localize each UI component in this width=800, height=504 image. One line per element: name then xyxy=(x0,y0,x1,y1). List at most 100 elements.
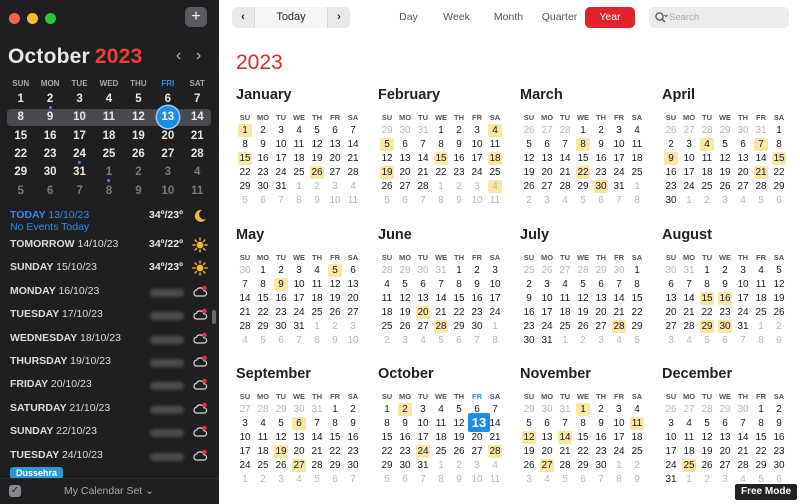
day-cell[interactable]: 16 xyxy=(592,432,610,443)
mini-day[interactable]: 23 xyxy=(35,148,64,160)
day-cell[interactable]: 3 xyxy=(734,265,752,276)
day-cell[interactable]: 31 xyxy=(414,125,432,136)
day-cell[interactable]: 27 xyxy=(556,265,574,276)
day-cell[interactable]: 26 xyxy=(520,460,538,471)
day-cell[interactable]: 19 xyxy=(770,293,788,304)
day-cell[interactable]: 8 xyxy=(450,279,468,290)
day-cell[interactable]: 22 xyxy=(432,167,450,178)
day-cell[interactable]: 1 xyxy=(680,474,698,485)
month-name[interactable]: September xyxy=(236,366,364,386)
day-cell[interactable]: 8 xyxy=(308,335,326,346)
mini-day[interactable]: 11 xyxy=(94,111,123,123)
day-cell[interactable]: 11 xyxy=(752,279,770,290)
day-cell[interactable]: 19 xyxy=(698,446,716,457)
day-cell[interactable]: 27 xyxy=(414,321,432,332)
day-cell[interactable]: 26 xyxy=(396,321,414,332)
day-cell[interactable]: 10 xyxy=(680,153,698,164)
day-cell[interactable]: 8 xyxy=(290,195,308,206)
day-cell[interactable]: 6 xyxy=(326,474,344,485)
day-cell[interactable]: 5 xyxy=(574,279,592,290)
day-cell[interactable]: 1 xyxy=(432,460,450,471)
day-cell[interactable]: 6 xyxy=(396,139,414,150)
day-cell[interactable]: 12 xyxy=(396,293,414,304)
mini-day[interactable]: 3 xyxy=(65,93,94,105)
day-cell[interactable]: 10 xyxy=(662,432,680,443)
day-cell[interactable]: 16 xyxy=(468,293,486,304)
day-cell[interactable]: 10 xyxy=(326,195,344,206)
day-cell-event[interactable]: 24 xyxy=(414,444,432,458)
day-cell[interactable]: 20 xyxy=(326,153,344,164)
day-cell[interactable]: 27 xyxy=(716,460,734,471)
day-cell[interactable]: 30 xyxy=(610,265,628,276)
day-cell[interactable]: 18 xyxy=(290,153,308,164)
mini-day[interactable]: 10 xyxy=(153,185,182,197)
day-cell-event[interactable]: 5 xyxy=(326,263,344,277)
day-cell[interactable]: 30 xyxy=(236,265,254,276)
day-cell[interactable]: 9 xyxy=(450,474,468,485)
day-cell[interactable]: 4 xyxy=(378,279,396,290)
day-cell[interactable]: 29 xyxy=(592,265,610,276)
day-cell[interactable]: 22 xyxy=(450,307,468,318)
agenda-day[interactable]: TUESDAY 24/10/23 xyxy=(0,444,219,467)
day-cell[interactable]: 11 xyxy=(698,153,716,164)
day-cell[interactable]: 12 xyxy=(308,139,326,150)
mini-day[interactable]: 6 xyxy=(153,93,182,105)
agenda-day[interactable]: TUESDAY 17/10/23 xyxy=(0,303,219,326)
day-cell[interactable]: 3 xyxy=(520,474,538,485)
mini-day[interactable]: 5 xyxy=(6,185,35,197)
day-cell[interactable]: 25 xyxy=(486,167,504,178)
day-cell[interactable]: 30 xyxy=(290,404,308,415)
day-cell[interactable]: 22 xyxy=(628,307,646,318)
day-cell[interactable]: 14 xyxy=(414,153,432,164)
day-cell[interactable]: 2 xyxy=(592,404,610,415)
day-cell[interactable]: 25 xyxy=(308,307,326,318)
day-cell[interactable]: 9 xyxy=(396,418,414,429)
agenda-day[interactable]: TODAY 13/10/23 No Events Today 34º/23º xyxy=(0,204,219,233)
day-cell[interactable]: 7 xyxy=(414,139,432,150)
day-cell[interactable]: 30 xyxy=(272,321,290,332)
day-cell[interactable]: 25 xyxy=(698,181,716,192)
day-cell[interactable]: 14 xyxy=(432,293,450,304)
mini-day[interactable]: 26 xyxy=(124,148,153,160)
day-cell[interactable]: 2 xyxy=(574,335,592,346)
day-cell[interactable]: 6 xyxy=(574,474,592,485)
day-cell[interactable]: 9 xyxy=(628,474,646,485)
day-cell[interactable]: 26 xyxy=(378,181,396,192)
day-cell[interactable]: 5 xyxy=(698,418,716,429)
day-cell[interactable]: 18 xyxy=(432,432,450,443)
day-cell[interactable]: 2 xyxy=(520,279,538,290)
day-cell[interactable]: 31 xyxy=(538,335,556,346)
zoom-window-button[interactable] xyxy=(45,13,56,24)
day-cell[interactable]: 27 xyxy=(538,125,556,136)
day-cell[interactable]: 1 xyxy=(752,404,770,415)
day-cell[interactable]: 10 xyxy=(290,279,308,290)
day-cell[interactable]: 4 xyxy=(538,474,556,485)
day-cell[interactable]: 12 xyxy=(450,418,468,429)
day-cell[interactable]: 15 xyxy=(326,432,344,443)
day-cell[interactable]: 31 xyxy=(272,181,290,192)
day-cell[interactable]: 9 xyxy=(254,139,272,150)
mini-day[interactable]: 28 xyxy=(183,148,212,160)
agenda-day[interactable]: SUNDAY 22/10/23 xyxy=(0,420,219,443)
search-box[interactable] xyxy=(649,7,789,28)
day-cell[interactable]: 2 xyxy=(308,181,326,192)
day-cell[interactable]: 7 xyxy=(344,125,362,136)
day-cell[interactable]: 30 xyxy=(592,460,610,471)
agenda-day[interactable]: THURSDAY 19/10/23 xyxy=(0,350,219,373)
day-cell[interactable]: 3 xyxy=(272,474,290,485)
day-cell[interactable]: 31 xyxy=(290,321,308,332)
day-cell[interactable]: 22 xyxy=(236,167,254,178)
day-cell-event[interactable]: 1 xyxy=(236,123,254,137)
mini-day[interactable]: 19 xyxy=(124,130,153,142)
day-cell[interactable]: 30 xyxy=(770,460,788,471)
day-cell[interactable]: 24 xyxy=(486,307,504,318)
day-cell[interactable]: 21 xyxy=(610,307,628,318)
day-cell[interactable]: 14 xyxy=(236,293,254,304)
day-cell-event[interactable]: 15 xyxy=(698,291,716,305)
day-cell[interactable]: 1 xyxy=(698,265,716,276)
day-cell[interactable]: 2 xyxy=(698,474,716,485)
mini-day[interactable]: 17 xyxy=(65,130,94,142)
day-cell[interactable]: 8 xyxy=(254,279,272,290)
day-cell[interactable]: 20 xyxy=(538,446,556,457)
day-cell[interactable]: 27 xyxy=(236,404,254,415)
